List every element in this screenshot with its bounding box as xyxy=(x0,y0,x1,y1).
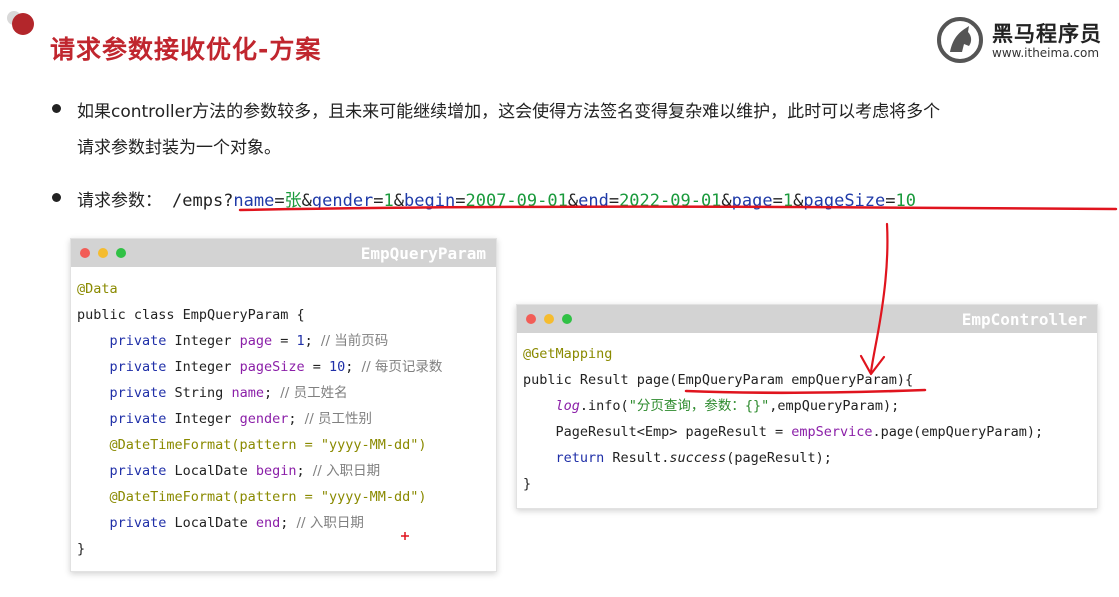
url-key: pageSize xyxy=(803,191,886,211)
code-block: @GetMapping public Result page(EmpQueryP… xyxy=(523,346,1044,492)
card-titlebar: EmpQueryParam xyxy=(71,239,496,267)
code-block: @Data public class EmpQueryParam { priva… xyxy=(77,281,443,557)
bullet1-line1: 如果controller方法的参数较多，且未来可能继续增加，这会使得方法签名变得… xyxy=(77,102,941,122)
code-card-empcontroller: EmpController @GetMapping public Result … xyxy=(516,304,1098,509)
minimize-dot-icon xyxy=(544,314,554,324)
bullet-dot xyxy=(52,104,61,113)
url-path: /emps? xyxy=(172,191,234,211)
bullet-dot xyxy=(52,193,61,202)
url-key: gender xyxy=(311,191,374,211)
card-title: EmpQueryParam xyxy=(360,244,486,263)
url-value: 2007-09-01 xyxy=(465,191,568,211)
url-key: page xyxy=(731,191,773,211)
close-dot-icon xyxy=(80,248,90,258)
maximize-dot-icon xyxy=(562,314,572,324)
close-dot-icon xyxy=(526,314,536,324)
request-url: /emps?name=张&gender=1&begin=2007-09-01&e… xyxy=(172,191,916,211)
bullet2-label: 请求参数： xyxy=(77,191,162,211)
bullet1-line2: 请求参数封装为一个对象。 xyxy=(77,138,281,158)
card-title: EmpController xyxy=(961,310,1087,329)
code-class-decl: public class EmpQueryParam { xyxy=(77,307,305,323)
minimize-dot-icon xyxy=(98,248,108,258)
url-value: 1 xyxy=(782,191,794,211)
url-key: begin xyxy=(404,191,456,211)
maximize-dot-icon xyxy=(116,248,126,258)
code-annotation: @Data xyxy=(77,281,118,297)
url-value: 2022-09-01 xyxy=(619,191,722,211)
slide-title: 请求参数接收优化-方案 xyxy=(50,35,322,64)
logo-name: 黑马程序员 xyxy=(992,22,1102,46)
url-value: 1 xyxy=(383,191,394,211)
url-key: name xyxy=(233,191,275,211)
url-key: end xyxy=(578,191,609,211)
brand-logo: 黑马程序员 www.itheima.com xyxy=(936,10,1116,66)
code-card-empqueryparam: EmpQueryParam @Data public class EmpQuer… xyxy=(70,238,497,572)
logo-url: www.itheima.com xyxy=(992,46,1100,60)
horse-logo-icon xyxy=(937,17,983,63)
method-param: EmpQueryParam empQueryParam xyxy=(677,372,897,388)
url-value: 张 xyxy=(284,191,302,211)
decor-dot-red xyxy=(12,13,34,35)
card-titlebar: EmpController xyxy=(517,305,1097,333)
url-value: 10 xyxy=(895,191,916,211)
